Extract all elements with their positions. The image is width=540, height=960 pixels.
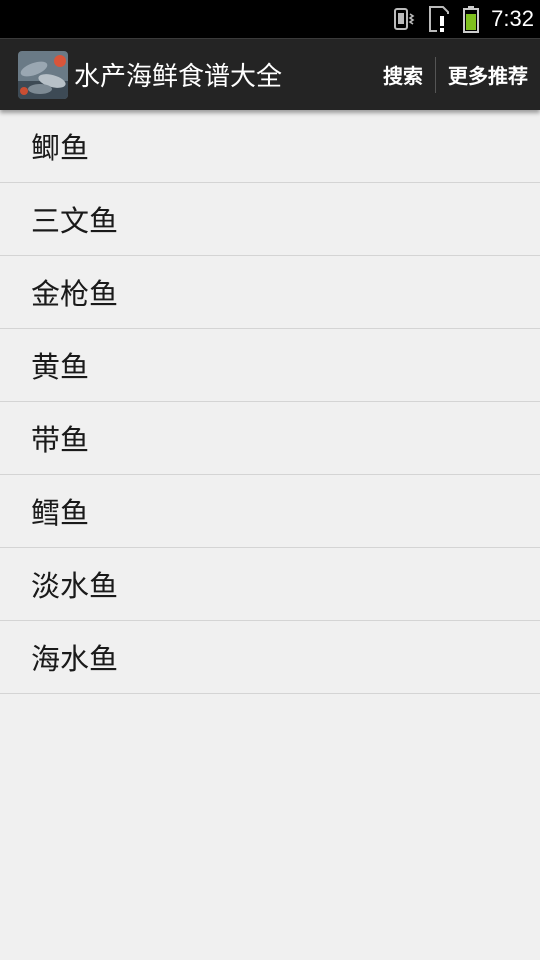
- list-item[interactable]: 淡水鱼: [0, 548, 540, 621]
- list-item[interactable]: 金枪鱼: [0, 256, 540, 329]
- sim-alert-icon: [427, 5, 453, 33]
- app-title: 水产海鲜食谱大全: [74, 62, 283, 92]
- fish-category-list: 鲫鱼 三文鱼 金枪鱼 黄鱼 带鱼 鳕鱼 淡水鱼 海水鱼: [0, 110, 540, 694]
- action-bar: 水产海鲜食谱大全 搜索 更多推荐: [0, 38, 540, 110]
- status-time: 7:32: [491, 6, 534, 31]
- list-item[interactable]: 带鱼: [0, 402, 540, 475]
- search-button[interactable]: 搜索: [371, 39, 435, 111]
- list-item[interactable]: 鳕鱼: [0, 475, 540, 548]
- list-item[interactable]: 三文鱼: [0, 183, 540, 256]
- more-recommendations-button[interactable]: 更多推荐: [436, 39, 540, 111]
- list-item[interactable]: 黄鱼: [0, 329, 540, 402]
- status-bar: 7:32: [0, 0, 540, 38]
- list-item[interactable]: 海水鱼: [0, 621, 540, 694]
- app-logo-icon[interactable]: [18, 50, 68, 99]
- vibrate-icon: [391, 6, 417, 32]
- list-item[interactable]: 鲫鱼: [0, 110, 540, 183]
- battery-icon: [463, 5, 480, 33]
